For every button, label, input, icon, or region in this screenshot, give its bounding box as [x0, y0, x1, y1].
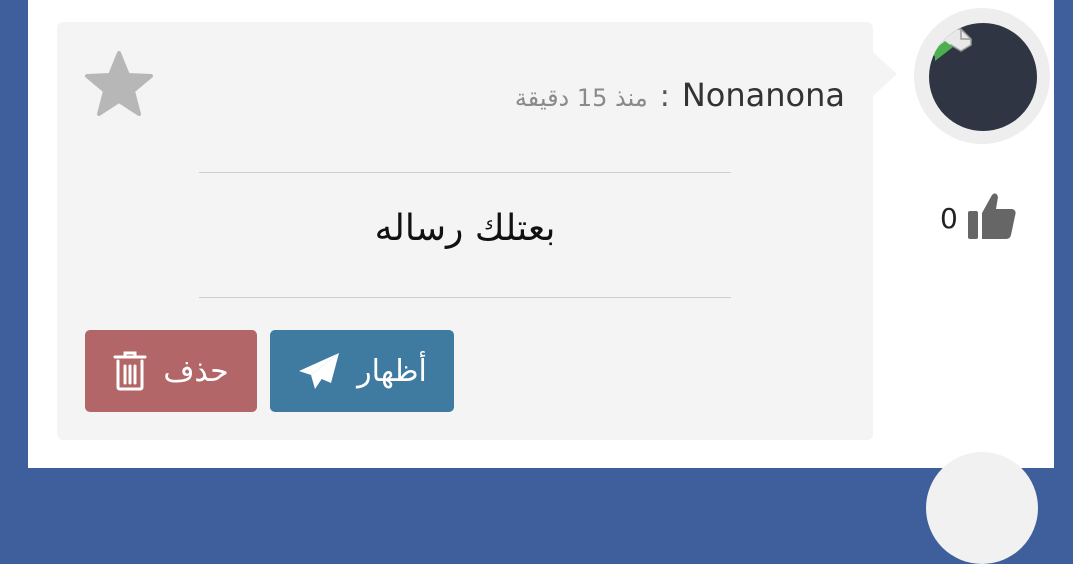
delete-button-label: حذف: [163, 353, 229, 389]
divider-top: [199, 172, 731, 173]
trash-icon: [113, 351, 147, 391]
message-body: بعتلك رساله: [374, 208, 556, 249]
like-widget: 0: [940, 190, 1018, 246]
star-icon[interactable]: [84, 50, 154, 120]
message-time: منذ 15 دقيقة: [514, 84, 648, 112]
next-avatar-ring: [926, 452, 1038, 564]
message-header: Nonanona: منذ 15 دقيقة: [300, 76, 845, 116]
thumbs-up-icon[interactable]: [966, 191, 1018, 245]
show-button-label: أظهار: [357, 353, 427, 389]
delete-button[interactable]: حذف: [85, 330, 257, 412]
paper-plane-icon: [297, 351, 341, 391]
like-count: 0: [940, 201, 958, 235]
divider-bottom: [199, 297, 731, 298]
message-card-pointer: [873, 52, 897, 96]
show-button[interactable]: أظهار: [270, 330, 454, 412]
broken-image-icon: [931, 25, 977, 71]
avatar[interactable]: [929, 23, 1037, 131]
header-separator: :: [659, 79, 670, 114]
author-name[interactable]: Nonanona: [682, 76, 845, 114]
